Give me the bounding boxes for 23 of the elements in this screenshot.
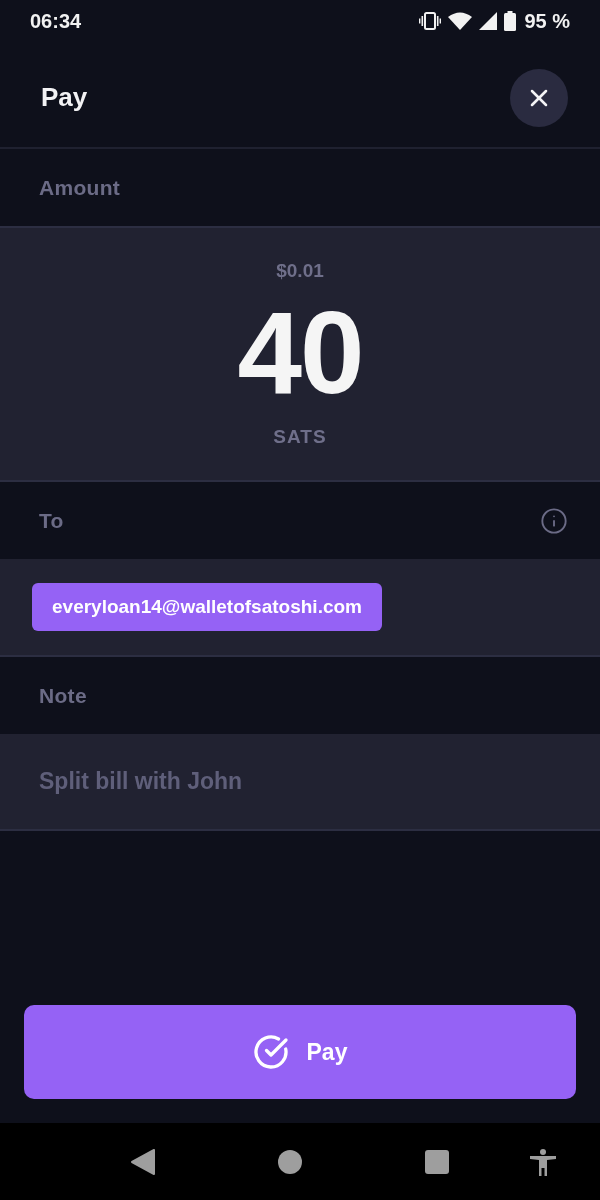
amount-label: Amount [39, 175, 121, 200]
recents-icon[interactable] [424, 1149, 449, 1174]
vibrate-icon [419, 12, 442, 30]
note-field[interactable]: Split bill with John [0, 734, 600, 831]
home-icon[interactable] [278, 1149, 302, 1174]
recipient-label: To [39, 508, 64, 533]
recipient-address: everyloan14@walletofsatoshi.com [32, 583, 382, 631]
status-time: 06:34 [30, 9, 82, 33]
battery-icon [504, 11, 517, 31]
accessibility-icon[interactable] [530, 1149, 556, 1176]
battery-percentage: 95 % [524, 9, 570, 33]
fiat-amount: $0.01 [276, 259, 324, 283]
recipient-field[interactable]: everyloan14@walletofsatoshi.com [0, 559, 600, 657]
sats-amount: 40 [237, 294, 363, 412]
page-title: Pay [41, 82, 88, 113]
note-label: Note [39, 683, 87, 708]
unit-label: SATS [273, 426, 327, 448]
check-circle-icon [252, 1034, 289, 1070]
back-icon[interactable] [131, 1148, 156, 1175]
pay-button[interactable]: Pay [24, 1005, 576, 1099]
signal-icon [479, 12, 498, 30]
wifi-icon [448, 12, 473, 30]
info-icon[interactable] [540, 506, 568, 535]
